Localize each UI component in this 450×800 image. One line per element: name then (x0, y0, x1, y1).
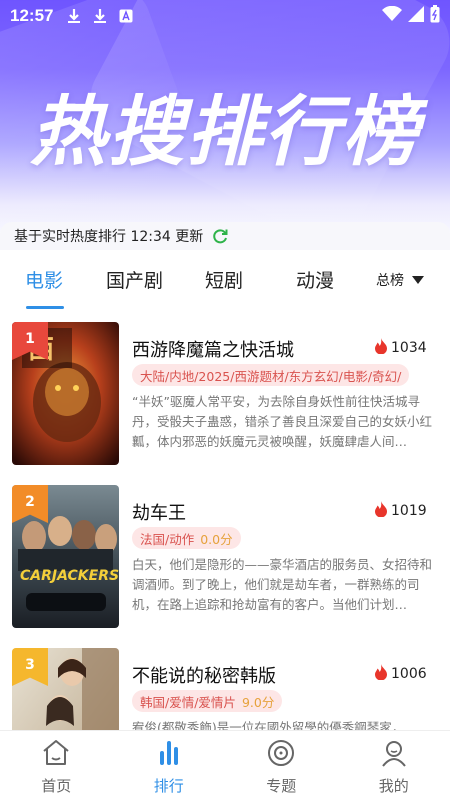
update-info-bar: 基于实时热度排行 12:34 更新 (0, 222, 450, 250)
tag-pill: 大陆/内地/2025/西游题材/东方玄幻/电影/奇幻/ (132, 364, 410, 386)
fire-icon (374, 664, 388, 684)
heat-indicator: 1006 (374, 664, 427, 684)
tab-movie[interactable]: 电影 (25, 266, 63, 293)
heat-indicator: 1019 (374, 501, 427, 521)
battery-icon (430, 5, 440, 27)
heat-value: 1006 (391, 666, 427, 682)
tab-short-drama[interactable]: 短剧 (205, 266, 243, 293)
status-time: 12:57 (10, 6, 54, 25)
download-icon (65, 7, 83, 25)
category-tabs: 电影 国产剧 短剧 动漫 总榜 (0, 252, 450, 310)
ranking-icon (154, 739, 184, 771)
list-item[interactable]: 3 不能说的秘密韩版 1006 韩国/爱情/爱情片 9.0分 宥俊(都敬秀飾)是… (0, 638, 450, 730)
nav-label: 我的 (378, 777, 409, 795)
item-tags: 法国/动作 (140, 531, 195, 547)
wifi-icon (382, 5, 402, 26)
disc-icon (266, 739, 296, 771)
item-title: 西游降魔篇之快活城 (132, 340, 294, 361)
item-title: 不能说的秘密韩版 (132, 666, 276, 687)
update-text: 基于实时热度排行 12:34 更新 (14, 229, 204, 245)
tab-anime[interactable]: 动漫 (296, 266, 334, 293)
nav-topics[interactable]: 专题 (225, 731, 338, 800)
heat-value: 1019 (391, 503, 427, 519)
item-tags: 韩国/爱情/爱情片 (140, 694, 236, 710)
item-description: 宥俊(都敬秀飾)是一位在國外留學的優秀鋼琴家， (132, 720, 405, 730)
list-item[interactable]: CARJACKERS 2 劫车王 1019 法国/动作 0.0分 白天，他们是隐… (0, 475, 450, 628)
item-tags: 大陆/内地/2025/西游题材/东方玄幻/电影/奇幻/ (140, 368, 402, 384)
home-icon (41, 739, 71, 771)
ranking-type-dropdown[interactable]: 总榜 (376, 270, 424, 290)
a-icon (117, 7, 135, 25)
tag-pill: 韩国/爱情/爱情片 9.0分 (132, 690, 283, 712)
nav-label: 首页 (41, 777, 72, 795)
list-item[interactable]: 西 1 西游降魔篇之快活城 1034 大陆/内地/2025/西游题材/东方玄幻/… (0, 312, 450, 465)
item-score: 0.0分 (200, 531, 233, 547)
nav-home[interactable]: 首页 (0, 731, 113, 800)
download-icon (91, 7, 109, 25)
svg-text:CARJACKERS: CARJACKERS (20, 568, 119, 584)
item-description: 白天，他们是隐形的——豪华酒店的服务员、女招待和调酒师。到了晚上，他们就是劫车者… (132, 557, 432, 612)
caret-down-icon (412, 272, 424, 288)
page-title: 热搜排行榜 (30, 87, 420, 176)
nav-label: 排行 (153, 777, 184, 795)
status-bar: 12:57 (0, 0, 450, 32)
fire-icon (374, 338, 388, 358)
nav-profile[interactable]: 我的 (338, 731, 450, 800)
item-title: 劫车王 (132, 503, 186, 524)
tag-pill: 法国/动作 0.0分 (132, 527, 241, 549)
fire-icon (374, 501, 388, 521)
active-tab-indicator (26, 306, 64, 309)
movie-poster[interactable]: 3 (12, 648, 119, 730)
heat-indicator: 1034 (374, 338, 427, 358)
item-score: 9.0分 (241, 694, 275, 710)
ranking-list: 西 1 西游降魔篇之快活城 1034 大陆/内地/2025/西游题材/东方玄幻/… (0, 312, 450, 730)
user-icon (379, 739, 409, 771)
bottom-navigation: 首页 排行 专题 我的 (0, 730, 450, 800)
movie-poster[interactable]: CARJACKERS 2 (12, 485, 119, 628)
nav-ranking[interactable]: 排行 (113, 731, 226, 800)
tab-domestic-series[interactable]: 国产剧 (106, 266, 163, 293)
signal-icon (408, 6, 424, 26)
refresh-icon[interactable] (211, 227, 229, 245)
heat-value: 1034 (391, 340, 427, 356)
ranking-type-label: 总榜 (376, 273, 404, 289)
movie-poster[interactable]: 西 1 (12, 322, 119, 465)
nav-label: 专题 (266, 777, 297, 795)
item-description: “半妖”驱魔人常平安，为去除自身妖性前往快活城寻丹，受骰夫子蛊惑，错杀了善良且深… (132, 394, 432, 449)
header-banner: 12:57 热搜排行榜 (0, 0, 450, 232)
